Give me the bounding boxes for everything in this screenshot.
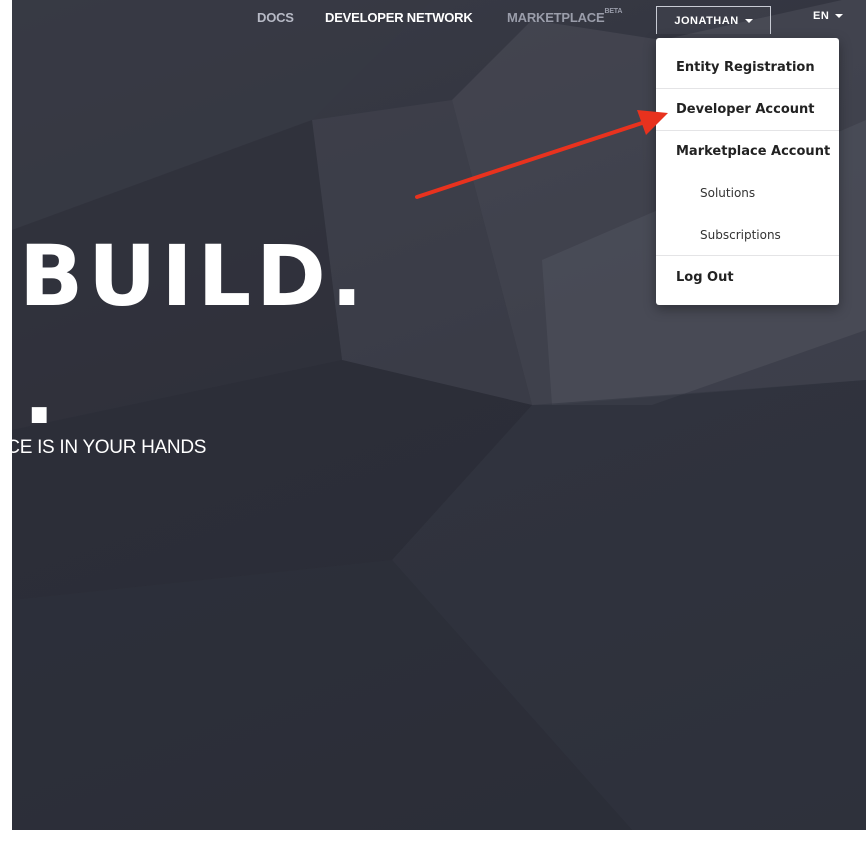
hero-subtitle: IMERCE IS IN YOUR HANDS (0, 437, 207, 458)
menu-item-log-out[interactable]: Log Out (656, 256, 839, 298)
menu-item-marketplace-account[interactable]: Marketplace Account (656, 130, 839, 172)
beta-badge: BETA (604, 8, 623, 15)
hero-title: . BUILD. H. (0, 218, 368, 453)
hero-title-line-2: H. (0, 344, 61, 443)
menu-item-subscriptions[interactable]: Subscriptions (656, 214, 839, 256)
language-label: EN (813, 10, 830, 22)
user-name-label: JONATHAN (674, 14, 739, 27)
menu-item-developer-account[interactable]: Developer Account (656, 88, 839, 130)
menu-item-entity-registration[interactable]: Entity Registration (656, 46, 839, 88)
nav-link-marketplace[interactable]: MARKETPLACEBETA (507, 8, 623, 25)
language-selector[interactable]: EN (813, 10, 844, 22)
nav-marketplace-label: MARKETPLACE (507, 10, 605, 25)
chevron-down-icon (835, 14, 844, 18)
nav-link-docs[interactable]: DOCS (257, 10, 294, 25)
page: DOCS DEVELOPER NETWORK MARKETPLACEBETA J… (0, 0, 866, 852)
user-dropdown-menu: Entity Registration Developer Account Ma… (656, 38, 839, 305)
menu-item-solutions[interactable]: Solutions (656, 172, 839, 214)
hero-title-line-1: . BUILD. (19, 227, 368, 325)
user-menu-toggle[interactable]: JONATHAN (656, 6, 771, 34)
top-navigation: DOCS DEVELOPER NETWORK MARKETPLACEBETA J… (0, 0, 866, 38)
nav-link-developer-network[interactable]: DEVELOPER NETWORK (325, 10, 473, 25)
chevron-down-icon (744, 18, 753, 23)
